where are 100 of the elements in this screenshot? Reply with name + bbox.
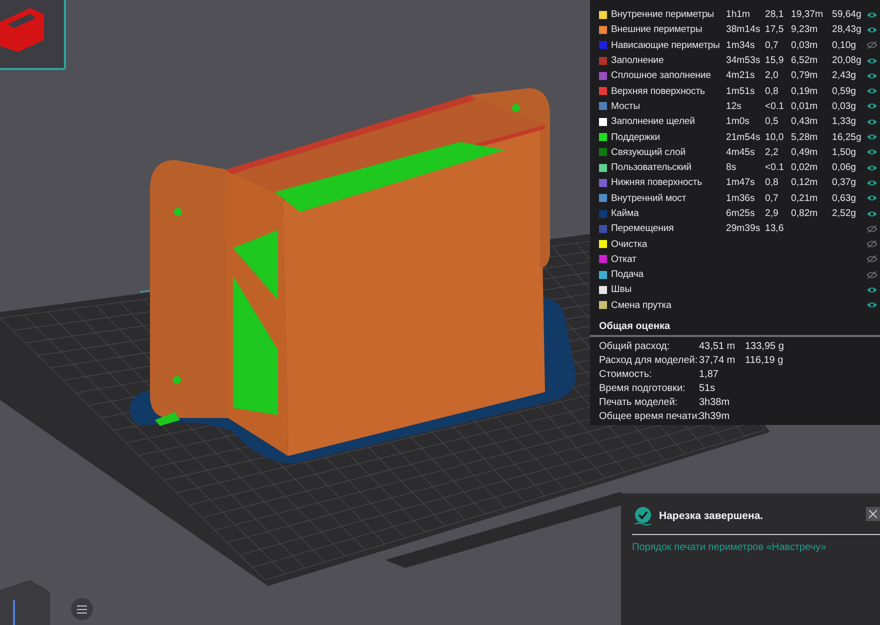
eye-icon[interactable] [867, 301, 877, 310]
notification-title: Нарезка завершена. [659, 510, 764, 522]
eye-icon[interactable] [867, 87, 877, 96]
view-cube-icon[interactable] [0, 580, 50, 625]
feature-name: Откат [610, 254, 638, 265]
eye-slash-icon[interactable] [867, 240, 877, 248]
eye-slash-icon[interactable] [867, 41, 877, 50]
percent-value: 2,9 [765, 208, 780, 219]
feature-name: Швы [610, 284, 632, 296]
weight-value: 2,52g [832, 208, 858, 219]
feature-name: Перемещения [610, 223, 675, 234]
feature-name: Заполнение щелей [610, 116, 696, 128]
percent-value: 0,5 [765, 116, 780, 128]
weight-value: 20,08g [832, 55, 862, 66]
time-value: 1m51s [726, 86, 756, 97]
length-value: 0,02m [791, 162, 819, 174]
check-circle-icon [633, 506, 653, 526]
feature-name: Верхняя поверхность [610, 86, 706, 97]
model-thumbnail[interactable] [0, 0, 66, 70]
feature-name: Сплошное заполнение [610, 70, 712, 82]
percent-value: 0,8 [765, 86, 780, 97]
eye-icon[interactable] [867, 72, 877, 80]
percent-value: 2,2 [765, 146, 780, 158]
feature-name: Очистка [610, 238, 648, 250]
percent-value: 15,9 [765, 55, 785, 66]
percent-value: 0,7 [765, 40, 780, 51]
weight-value: 0,37g [832, 177, 858, 188]
feature-name: Внутренние периметры [610, 9, 715, 20]
weight-value: 0,59g [832, 86, 858, 97]
feature-name: Смена прутка [610, 300, 672, 311]
time-value: 6m25s [726, 208, 756, 219]
percent-value: 0,7 [765, 192, 780, 204]
notification-link[interactable]: Порядок печати периметров «Навстречу» [621, 535, 826, 553]
feature-name: Поддержки [610, 132, 661, 143]
eye-slash-icon[interactable] [867, 270, 877, 279]
eye-icon[interactable] [867, 194, 877, 202]
eye-icon[interactable] [867, 148, 877, 156]
summary-value: 116,19 g [745, 355, 784, 366]
weight-value: 2,43g [832, 70, 858, 82]
length-value: 6,52m [791, 55, 819, 66]
eye-icon[interactable] [867, 210, 877, 218]
eye-slash-icon[interactable] [867, 224, 877, 233]
length-value: 0,82m [791, 208, 819, 219]
time-value: 1m47s [726, 177, 756, 188]
summary-value: 133,95 g [745, 341, 785, 352]
length-value: 0,03m [791, 40, 819, 51]
weight-value: 1,50g [832, 146, 858, 158]
length-value: 0,79m [791, 70, 819, 82]
time-value: 21m54s [726, 132, 762, 143]
eye-icon[interactable] [867, 10, 877, 19]
time-value: 1m34s [726, 40, 756, 51]
length-value: 0,01m [791, 100, 819, 112]
summary-value: 51s [699, 383, 716, 394]
close-button[interactable] [866, 507, 880, 521]
feature-name: Пользовательский [610, 162, 692, 174]
weight-value: 0,06g [832, 162, 858, 174]
percent-value: 13,6 [765, 223, 785, 234]
time-value: 4m45s [726, 146, 756, 158]
weight-value: 0,63g [832, 192, 858, 204]
time-value: 1m0s [726, 116, 750, 128]
weight-value: 28,43g [832, 24, 862, 36]
length-value: 0,12m [791, 177, 819, 188]
length-value: 5,28m [791, 132, 819, 143]
eye-icon[interactable] [867, 164, 877, 172]
summary-label: Печать моделей: [599, 397, 679, 408]
length-value: 0,49m [791, 146, 819, 158]
eye-icon[interactable] [867, 26, 877, 34]
percent-value: 17,5 [765, 24, 785, 36]
percent-value: 10,0 [765, 132, 785, 143]
summary-label: Общее время печати: [599, 411, 699, 422]
feature-name: Заполнение [610, 55, 665, 66]
eye-icon[interactable] [867, 56, 877, 65]
eye-icon[interactable] [867, 133, 877, 142]
summary-value: 3h38m [699, 397, 731, 408]
length-value: 0,19m [791, 86, 819, 97]
eye-icon[interactable] [867, 118, 877, 126]
summary-label: Время подготовки: [599, 383, 686, 394]
feature-name: Внутренний мост [610, 192, 688, 204]
eye-slash-icon[interactable] [867, 255, 877, 264]
eye-icon[interactable] [867, 286, 877, 294]
weight-value: 59,64g [832, 9, 862, 20]
summary-value: 43,51 m [699, 341, 736, 352]
length-value: 0,21m [791, 192, 819, 204]
length-value: 0,43m [791, 116, 819, 128]
time-value: 38m14s [726, 24, 762, 36]
weight-value: 0,03g [832, 100, 858, 112]
menu-icon [77, 604, 87, 614]
eye-icon[interactable] [867, 102, 877, 110]
time-value: 1h1m [726, 9, 751, 20]
percent-value: 28,1 [765, 9, 785, 20]
summary-value: 3h39m [699, 411, 731, 422]
feature-name: Кайма [610, 208, 640, 219]
menu-button[interactable] [71, 598, 93, 620]
weight-value: 16,25g [832, 132, 862, 143]
feature-name: Нависающие периметры [610, 40, 721, 51]
percent-value: <0.1 [765, 100, 785, 112]
summary-value: 1,87 [699, 369, 720, 380]
eye-icon[interactable] [867, 178, 877, 187]
feature-name: Внешние периметры [610, 24, 704, 36]
summary-value: 37,74 m [699, 355, 736, 366]
